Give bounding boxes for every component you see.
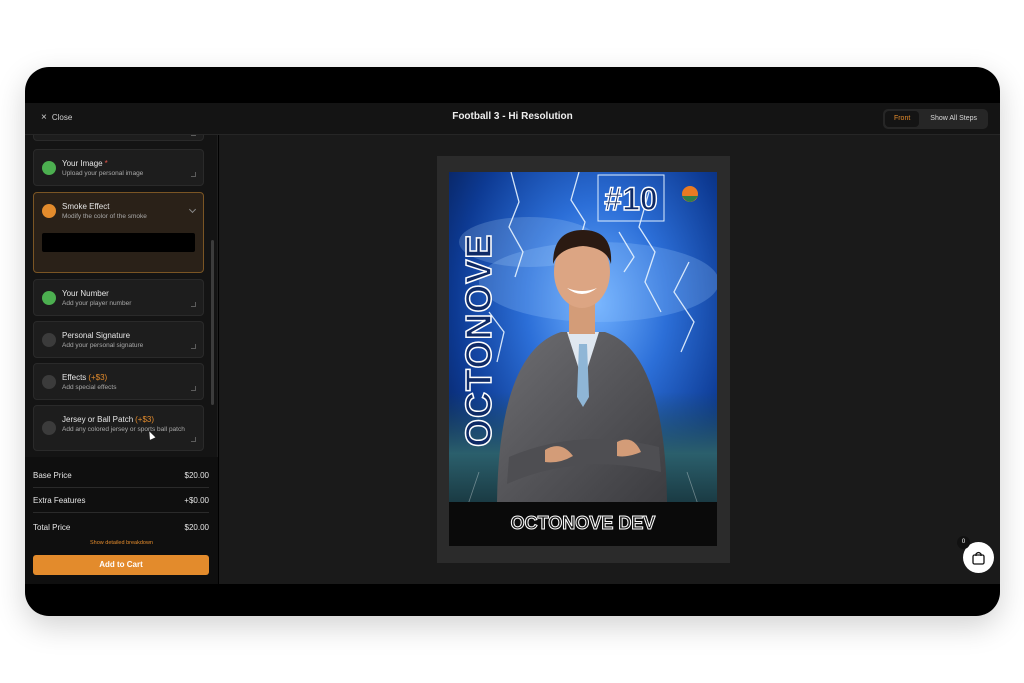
steps-list: Your Image * Upload your personal image S… <box>25 135 218 457</box>
step-personal-signature[interactable]: Personal Signature Add your personal sig… <box>33 321 204 358</box>
divider <box>33 512 209 513</box>
smoke-color-picker[interactable] <box>42 233 195 252</box>
show-breakdown-link[interactable]: Show detailed breakdown <box>25 540 218 546</box>
extra-features-value: +$0.00 <box>184 496 209 505</box>
total-price-row: Total Price $20.00 <box>33 523 209 532</box>
required-mark: * <box>104 159 108 168</box>
divider <box>33 487 209 488</box>
extra-price: (+$3) <box>135 415 155 424</box>
step-status-progress-icon <box>42 204 56 218</box>
step-name: Personal Signature <box>62 331 131 340</box>
card-vertical-name: OCTONOVE <box>458 234 499 447</box>
step-your-image[interactable]: Your Image * Upload your personal image <box>33 149 204 186</box>
card-bottom-name: OCTONOVE DEV <box>511 513 656 533</box>
extra-features-label: Extra Features <box>33 496 86 505</box>
step-previous[interactable] <box>33 135 204 141</box>
close-button[interactable]: × Close <box>41 111 73 123</box>
steps-scrollbar[interactable] <box>211 240 214 405</box>
total-price-label: Total Price <box>33 523 71 532</box>
steps-sidebar: Your Image * Upload your personal image S… <box>25 135 218 584</box>
chevron-down-icon[interactable] <box>188 205 197 214</box>
step-status-pending-icon <box>42 333 56 347</box>
close-icon: × <box>41 111 47 123</box>
step-description: Add any colored jersey or sports ball pa… <box>62 426 185 433</box>
step-description: Upload your personal image <box>62 170 144 177</box>
step-name: Smoke Effect <box>62 202 110 211</box>
step-jersey-patch[interactable]: Jersey or Ball Patch (+$3) Add any colore… <box>33 405 204 451</box>
base-price-value: $20.00 <box>184 471 209 480</box>
extra-price: (+$3) <box>88 373 108 382</box>
add-to-cart-button[interactable]: Add to Cart <box>33 555 209 575</box>
step-status-complete-icon <box>42 161 56 175</box>
team-logo-icon <box>682 186 698 202</box>
step-description: Add special effects <box>62 384 117 391</box>
step-name: Jersey or Ball Patch (+$3) <box>62 415 155 424</box>
view-toggle: Front Show All Steps <box>882 109 988 129</box>
step-description: Modify the color of the smoke <box>62 213 147 220</box>
cart-count-badge: 0 <box>957 536 970 549</box>
resize-corner-icon <box>191 302 196 307</box>
step-description: Add your personal signature <box>62 342 144 349</box>
step-name: Effects (+$3) <box>62 373 108 382</box>
step-status-complete-icon <box>42 291 56 305</box>
resize-corner-icon <box>191 386 196 391</box>
base-price-label: Base Price <box>33 471 72 480</box>
trading-card-preview[interactable]: #10 OCTONOVE OCTONOVE DEV <box>449 172 717 546</box>
resize-corner-icon <box>191 172 196 177</box>
extra-features-row: Extra Features +$0.00 <box>33 496 209 505</box>
step-status-pending-icon <box>42 421 56 435</box>
card-number: #10 <box>604 181 657 217</box>
shopping-bag-icon <box>972 551 985 565</box>
tab-front[interactable]: Front <box>884 111 920 127</box>
resize-corner-icon <box>191 437 196 442</box>
close-label: Close <box>51 113 73 122</box>
top-bar: × Close Football 3 - Hi Resolution Front… <box>25 103 1000 135</box>
step-name: Your Image * <box>62 159 108 168</box>
cart-bag-button[interactable]: 0 <box>957 536 994 573</box>
step-description: Add your player number <box>62 300 132 307</box>
resize-corner-icon <box>191 344 196 349</box>
step-smoke-effect[interactable]: Smoke Effect Modify the color of the smo… <box>33 192 204 273</box>
step-your-number[interactable]: Your Number Add your player number <box>33 279 204 316</box>
tab-show-all-steps[interactable]: Show All Steps <box>921 111 986 127</box>
page-title: Football 3 - Hi Resolution <box>452 111 573 122</box>
step-effects[interactable]: Effects (+$3) Add special effects <box>33 363 204 400</box>
resize-corner-icon <box>191 135 196 136</box>
step-name: Your Number <box>62 289 109 298</box>
base-price-row: Base Price $20.00 <box>33 471 209 480</box>
card-artwork: #10 OCTONOVE OCTONOVE DEV <box>449 172 717 546</box>
step-status-pending-icon <box>42 375 56 389</box>
total-price-value: $20.00 <box>184 523 209 532</box>
